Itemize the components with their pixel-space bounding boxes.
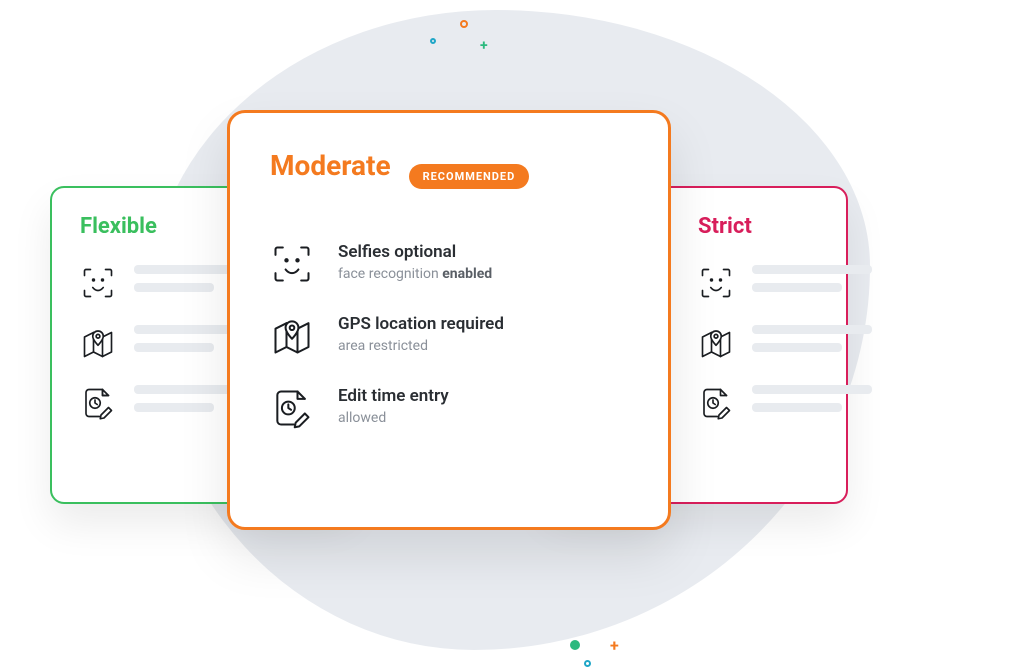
feature-subtitle: face recognition enabled <box>338 266 492 282</box>
map-pin-icon <box>80 325 118 363</box>
edit-time-icon <box>80 385 118 423</box>
feature-row <box>698 385 818 423</box>
face-id-icon <box>698 265 736 303</box>
feature-row <box>698 265 818 303</box>
recommended-badge: RECOMMENDED <box>409 164 530 189</box>
map-pin-icon <box>270 314 316 360</box>
placeholder-text <box>752 385 872 421</box>
feature-row-gps: GPS location required area restricted <box>270 314 628 360</box>
face-id-icon <box>270 242 316 288</box>
feature-row <box>698 325 818 363</box>
edit-time-icon <box>270 386 316 432</box>
feature-title: Edit time entry <box>338 386 449 406</box>
card-title-strict: Strict <box>698 214 818 239</box>
feature-title: GPS location required <box>338 314 504 334</box>
feature-subtitle: area restricted <box>338 338 504 354</box>
feature-row-edit-time: Edit time entry allowed <box>270 386 628 432</box>
placeholder-text <box>752 265 872 301</box>
feature-subtitle: allowed <box>338 410 449 426</box>
feature-title: Selfies optional <box>338 242 492 262</box>
card-moderate[interactable]: Moderate RECOMMENDED Selfies optional fa… <box>227 110 671 530</box>
placeholder-text <box>752 325 872 361</box>
feature-row-selfies: Selfies optional face recognition enable… <box>270 242 628 288</box>
edit-time-icon <box>698 385 736 423</box>
card-title-moderate: Moderate <box>270 149 391 182</box>
face-id-icon <box>80 265 118 303</box>
map-pin-icon <box>698 325 736 363</box>
